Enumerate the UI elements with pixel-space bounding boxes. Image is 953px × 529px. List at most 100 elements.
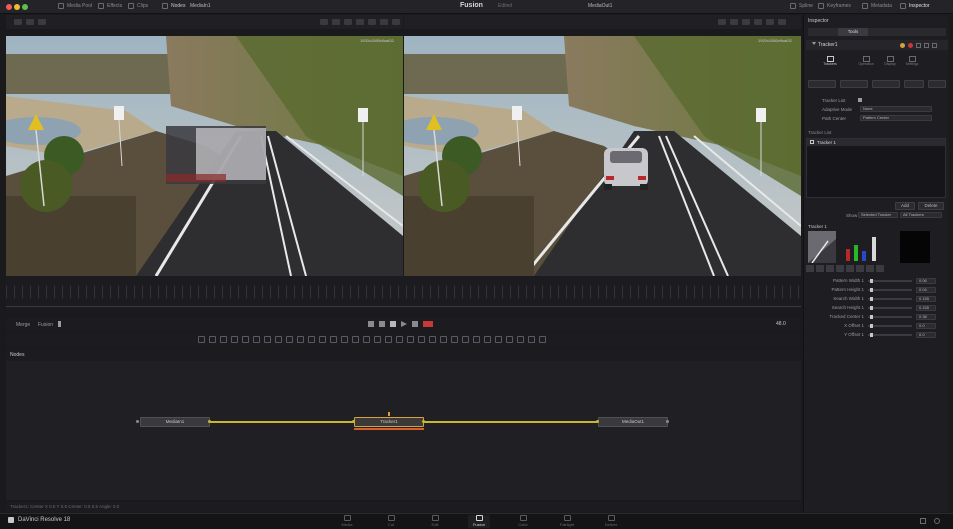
volume-icon[interactable]: [58, 321, 64, 327]
channel-toggle[interactable]: [826, 265, 834, 272]
output-port-icon[interactable]: [422, 420, 425, 423]
time-ruler[interactable]: [6, 276, 801, 310]
right-viewer[interactable]: [404, 36, 801, 276]
wave-tool-icon[interactable]: [517, 336, 524, 343]
mask-input-icon[interactable]: [388, 412, 390, 416]
spotlight-tool-icon[interactable]: [462, 336, 469, 343]
param-slider[interactable]: [868, 298, 912, 300]
param-value-field[interactable]: 0.155: [916, 296, 936, 302]
loop-icon[interactable]: [423, 321, 433, 327]
page-button-fusion[interactable]: Fusion: [468, 515, 490, 528]
close-window-icon[interactable]: [6, 4, 12, 10]
shape3d-tool-icon[interactable]: [396, 336, 403, 343]
show-select[interactable]: Selected Tracker: [858, 212, 898, 218]
channel-toggle[interactable]: [876, 265, 884, 272]
left-viewer[interactable]: [6, 36, 403, 276]
mask-tool-icon[interactable]: [352, 336, 359, 343]
param-value-field[interactable]: 0.0: [916, 323, 936, 329]
param-slider-handle[interactable]: [870, 324, 873, 328]
brush-tool-icon[interactable]: [242, 336, 249, 343]
adaptive-mode-select[interactable]: None: [860, 106, 932, 112]
channel-toggle[interactable]: [846, 265, 854, 272]
reset-icon[interactable]: [924, 43, 929, 48]
camera-tool-icon[interactable]: [385, 336, 392, 343]
add-tracker-button[interactable]: Add: [895, 202, 915, 210]
stop-tracking-button[interactable]: [872, 80, 900, 88]
page-button-media[interactable]: Media: [336, 515, 358, 528]
param-slider[interactable]: [868, 334, 912, 336]
titlebar-inspector[interactable]: Inspector: [900, 3, 930, 9]
titlebar-keyframes[interactable]: Keyframes: [818, 3, 851, 9]
menu-icon[interactable]: [932, 43, 937, 48]
minimize-window-icon[interactable]: [14, 4, 20, 10]
crop-tool-icon[interactable]: [330, 336, 337, 343]
play-reverse-icon[interactable]: [379, 321, 385, 327]
background-tool-icon[interactable]: [198, 336, 205, 343]
titlebar-clips[interactable]: Clips: [128, 3, 148, 9]
keyer-tool-icon[interactable]: [374, 336, 381, 343]
particle-tool-icon[interactable]: [275, 336, 282, 343]
paint-tool-icon[interactable]: [231, 336, 238, 343]
param-value-field[interactable]: 0.38: [916, 314, 936, 320]
param-value-field[interactable]: 0.155: [916, 305, 936, 311]
merge3d-tool-icon[interactable]: [429, 336, 436, 343]
first-frame-icon[interactable]: [368, 321, 374, 327]
param-value-field[interactable]: 0.0: [916, 332, 936, 338]
param-slider-handle[interactable]: [870, 279, 873, 283]
channel-toggle[interactable]: [836, 265, 844, 272]
pin-tool-icon[interactable]: [473, 336, 480, 343]
light-tool-icon[interactable]: [407, 336, 414, 343]
track-reverse-button[interactable]: [808, 80, 836, 88]
left-viewer-options[interactable]: [320, 19, 404, 27]
param-value-field[interactable]: 0.04: [916, 287, 936, 293]
track-end-button[interactable]: [928, 80, 946, 88]
titlebar-spline[interactable]: Spline: [790, 3, 813, 9]
track-back-button[interactable]: [840, 80, 868, 88]
page-button-edit[interactable]: Edit: [424, 515, 446, 528]
channel-toggle[interactable]: [866, 265, 874, 272]
param-slider-handle[interactable]: [870, 315, 873, 319]
loader-tool-icon[interactable]: [209, 336, 216, 343]
node-disable-icon[interactable]: [908, 43, 913, 48]
subtab-trackers[interactable]: Trackers: [822, 56, 838, 70]
param-slider[interactable]: [868, 316, 912, 318]
last-frame-icon[interactable]: [412, 321, 418, 327]
color-corrector-icon[interactable]: [308, 336, 315, 343]
node-mediaout[interactable]: MediaOut1: [598, 417, 668, 427]
settings-gear-icon[interactable]: [934, 518, 940, 524]
bspline-tool-icon[interactable]: [264, 336, 271, 343]
play-icon[interactable]: [401, 321, 407, 327]
lock-icon[interactable]: [916, 43, 921, 48]
page-button-deliver[interactable]: Deliver: [600, 515, 622, 528]
blur-tool-icon[interactable]: [319, 336, 326, 343]
text3d-tool-icon[interactable]: [440, 336, 447, 343]
subtab-operation[interactable]: Operation: [858, 56, 874, 70]
home-icon[interactable]: [920, 518, 926, 524]
node-mediain[interactable]: MediaIn1: [140, 417, 210, 427]
param-slider-handle[interactable]: [870, 333, 873, 337]
fog-tool-icon[interactable]: [451, 336, 458, 343]
page-button-cut[interactable]: Cut: [380, 515, 402, 528]
zoom-window-icon[interactable]: [22, 4, 28, 10]
param-slider-handle[interactable]: [870, 297, 873, 301]
dot-tool-icon[interactable]: [495, 336, 502, 343]
param-slider[interactable]: [868, 325, 912, 327]
subtab-settings[interactable]: Settings: [904, 56, 920, 70]
tab-tools[interactable]: Tools: [838, 28, 868, 36]
transport-label-merge[interactable]: Merge: [16, 322, 30, 328]
left-viewer-tools[interactable]: [14, 19, 50, 27]
right-viewer-options[interactable]: [718, 19, 790, 27]
titlebar-effects[interactable]: Effects: [98, 3, 122, 9]
resize-tool-icon[interactable]: [341, 336, 348, 343]
renderer3d-tool-icon[interactable]: [418, 336, 425, 343]
titlebar-metadata[interactable]: Metadata: [862, 3, 892, 9]
polygon-tool-icon[interactable]: [253, 336, 260, 343]
subtab-display[interactable]: Display: [882, 56, 898, 70]
text-tool-icon[interactable]: [220, 336, 227, 343]
track-forward-button[interactable]: [904, 80, 924, 88]
node-color-icon[interactable]: [900, 43, 905, 48]
input-port-icon[interactable]: [596, 420, 599, 423]
transport-label-fusion[interactable]: Fusion: [38, 322, 53, 328]
tracker-list-box[interactable]: [806, 138, 946, 198]
merge-tool-icon[interactable]: [286, 336, 293, 343]
